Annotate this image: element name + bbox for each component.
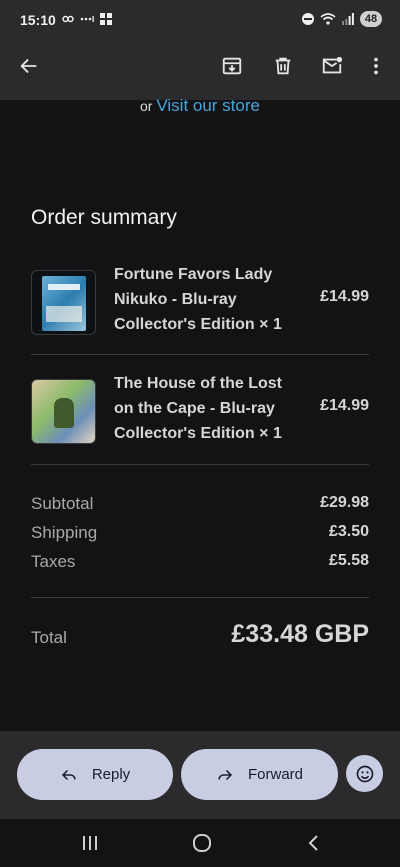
forward-button[interactable]: Forward [181,749,338,800]
subtotal-label: Subtotal [31,494,94,513]
archive-icon [222,57,242,75]
status-left-icons [62,13,112,25]
signal-icon [342,13,354,25]
item-name: The House of the Lost on the Cape - Blu-… [114,375,282,442]
taxes-label: Taxes [31,552,76,571]
link-icon [62,15,74,23]
reply-button[interactable]: Reply [17,749,173,800]
back-nav-button[interactable] [302,831,326,855]
home-button[interactable] [190,831,214,855]
order-summary-title: Order summary [31,206,177,229]
status-right-icons: 48 [302,11,382,27]
divider [31,464,369,465]
action-bar: Reply Forward [0,731,400,819]
forward-label: Forward [247,766,303,783]
reply-label: Reply [91,766,131,783]
item-price: £14.99 [320,397,369,414]
smiley-icon [356,765,373,782]
home-icon [193,834,211,852]
recents-icon [83,836,97,850]
product-image [31,270,96,335]
status-bar: 15:10 48 [0,8,400,34]
shipping-row: Shipping £3.50 [31,523,369,545]
arrow-left-icon [20,58,37,74]
more-options-button[interactable] [362,52,390,80]
product-image [31,379,96,444]
dots-icon [80,16,94,22]
shipping-value: £3.50 [328,523,369,540]
delete-button[interactable] [269,52,297,80]
recents-button[interactable] [78,831,102,855]
item-price: £14.99 [320,288,369,305]
mail-unread-icon [322,56,343,74]
emoji-reaction-button[interactable] [346,755,383,792]
reply-icon [61,769,76,780]
subtotal-value: £29.98 [320,494,369,511]
order-item: The House of the Lost on the Cape - Blu-… [31,371,369,461]
email-toolbar [0,44,400,88]
taxes-row: Taxes £5.58 [31,552,369,574]
top-app-bar: 15:10 48 [0,0,400,100]
trash-icon [275,57,291,75]
battery-icon: 48 [360,11,382,27]
back-button[interactable] [15,52,43,80]
shipping-label: Shipping [31,523,98,542]
taxes-value: £5.58 [328,552,369,569]
mark-unread-button[interactable] [318,52,346,80]
item-name: Fortune Favors Lady Nikuko - Blu-ray Col… [114,266,282,333]
dnd-icon [302,13,314,25]
store-line: or Visit our store [0,96,400,116]
system-navigation-bar [0,819,400,867]
total-value: £33.48 GBP [231,620,369,648]
chevron-left-icon [308,835,318,851]
order-item: Fortune Favors Lady Nikuko - Blu-ray Col… [31,262,369,352]
forward-icon [218,769,233,780]
grid-icon [100,13,112,25]
divider [31,597,369,598]
store-prefix: or [140,98,153,114]
divider [31,354,369,355]
visit-store-link[interactable]: Visit our store [156,96,260,115]
more-vert-icon [374,57,378,75]
archive-button[interactable] [218,52,246,80]
status-time: 15:10 [20,12,56,28]
wifi-icon [320,13,336,25]
total-label: Total [31,628,67,647]
subtotal-row: Subtotal £29.98 [31,494,369,516]
